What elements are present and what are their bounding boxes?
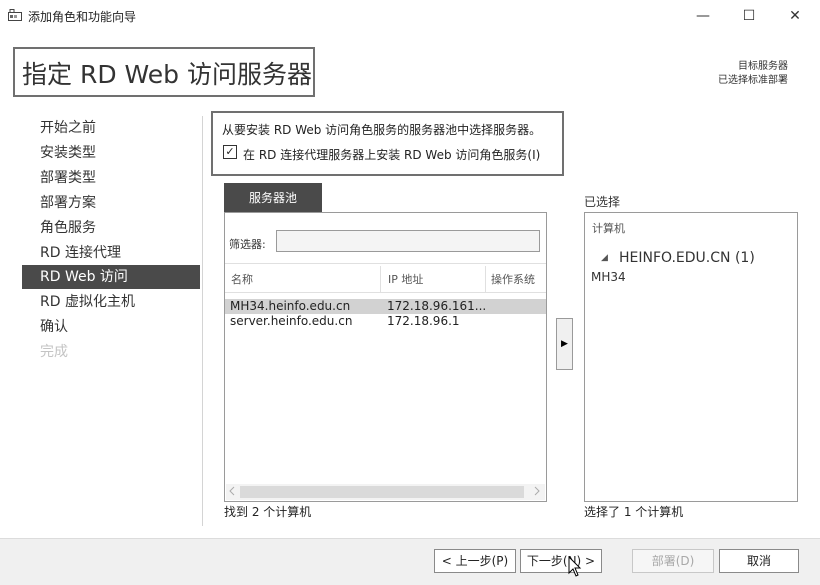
page-title: 指定 RD Web 访问服务器 — [22, 60, 312, 89]
app-icon — [8, 9, 22, 21]
tree-expand-icon[interactable]: ◢ — [601, 253, 608, 263]
window-title: 添加角色和功能向导 — [28, 10, 137, 24]
cursor-icon — [568, 556, 582, 577]
nav-item-rd-web-access[interactable]: RD Web 访问 — [22, 265, 200, 289]
column-divider[interactable] — [485, 266, 486, 292]
nav-item-deployment-scenario[interactable]: 部署方案 — [22, 191, 200, 215]
add-to-selected-button[interactable]: ▶ — [556, 318, 573, 370]
previous-button[interactable]: < 上一步(P) — [434, 549, 516, 573]
column-header-os[interactable]: 操作系统 — [491, 271, 535, 287]
server-pool-panel — [224, 212, 547, 502]
selected-column-header: 计算机 — [592, 222, 625, 235]
right-arrow-icon: ▶ — [561, 339, 568, 349]
nav-item-deployment-type[interactable]: 部署类型 — [22, 166, 200, 190]
column-divider[interactable] — [380, 266, 381, 292]
selected-label: 已选择 — [584, 195, 621, 209]
nav-item-installation-type[interactable]: 安装类型 — [22, 141, 200, 165]
selected-domain-group[interactable]: HEINFO.EDU.CN (1) — [619, 250, 755, 266]
column-header-name[interactable]: 名称 — [231, 271, 253, 287]
minimize-button[interactable]: — — [680, 0, 726, 32]
server-ip-cell: 172.18.96.161... — [387, 299, 487, 313]
filter-label: 筛选器: — [229, 238, 266, 251]
nav-item-rd-virtualization-host[interactable]: RD 虚拟化主机 — [22, 290, 200, 314]
nav-item-role-services[interactable]: 角色服务 — [22, 216, 200, 240]
selected-count-text: 选择了 1 个计算机 — [584, 505, 684, 519]
filter-input[interactable] — [276, 230, 540, 252]
close-icon: ✕ — [789, 8, 801, 24]
install-on-broker-checkbox[interactable]: ✓ — [223, 145, 237, 159]
grid-header-divider — [225, 292, 546, 293]
destination-server-label: 目标服务器 — [738, 61, 788, 72]
maximize-icon: ☐ — [742, 8, 756, 24]
selected-computer-item[interactable]: MH34 — [591, 270, 626, 284]
close-button[interactable]: ✕ — [772, 0, 818, 32]
found-count-text: 找到 2 个计算机 — [224, 505, 312, 519]
scrollbar-thumb[interactable] — [240, 486, 524, 498]
checkmark-icon: ✓ — [225, 145, 235, 158]
scroll-left-icon[interactable] — [229, 486, 235, 496]
deploy-button: 部署(D) — [632, 549, 714, 573]
nav-item-confirmation[interactable]: 确认 — [22, 315, 200, 339]
server-ip-cell: 172.18.96.1 — [387, 314, 460, 328]
tab-server-pool[interactable]: 服务器池 — [224, 183, 322, 213]
next-button[interactable]: 下一步(N) > — [520, 549, 602, 573]
column-header-ip[interactable]: IP 地址 — [388, 271, 423, 287]
server-name-cell: MH34.heinfo.edu.cn — [230, 299, 351, 313]
scroll-right-icon[interactable] — [534, 486, 540, 496]
nav-item-before-you-begin[interactable]: 开始之前 — [22, 116, 200, 140]
table-row[interactable]: MH34.heinfo.edu.cn 172.18.96.161... — [225, 299, 546, 314]
nav-item-rd-connection-broker[interactable]: RD 连接代理 — [22, 241, 200, 265]
cancel-button[interactable]: 取消 — [719, 549, 799, 573]
minimize-icon: — — [696, 8, 710, 24]
grid-top-divider — [225, 263, 546, 264]
table-row[interactable]: server.heinfo.edu.cn 172.18.96.1 — [225, 314, 546, 329]
instruction-text: 从要安装 RD Web 访问角色服务的服务器池中选择服务器。 — [222, 123, 542, 137]
destination-server-value: 已选择标准部署 — [718, 75, 788, 86]
server-name-cell: server.heinfo.edu.cn — [230, 314, 353, 328]
install-on-broker-label[interactable]: 在 RD 连接代理服务器上安装 RD Web 访问角色服务(I) — [243, 146, 540, 163]
maximize-button[interactable]: ☐ — [726, 0, 772, 32]
nav-divider — [202, 116, 203, 526]
nav-item-results: 完成 — [40, 344, 68, 360]
